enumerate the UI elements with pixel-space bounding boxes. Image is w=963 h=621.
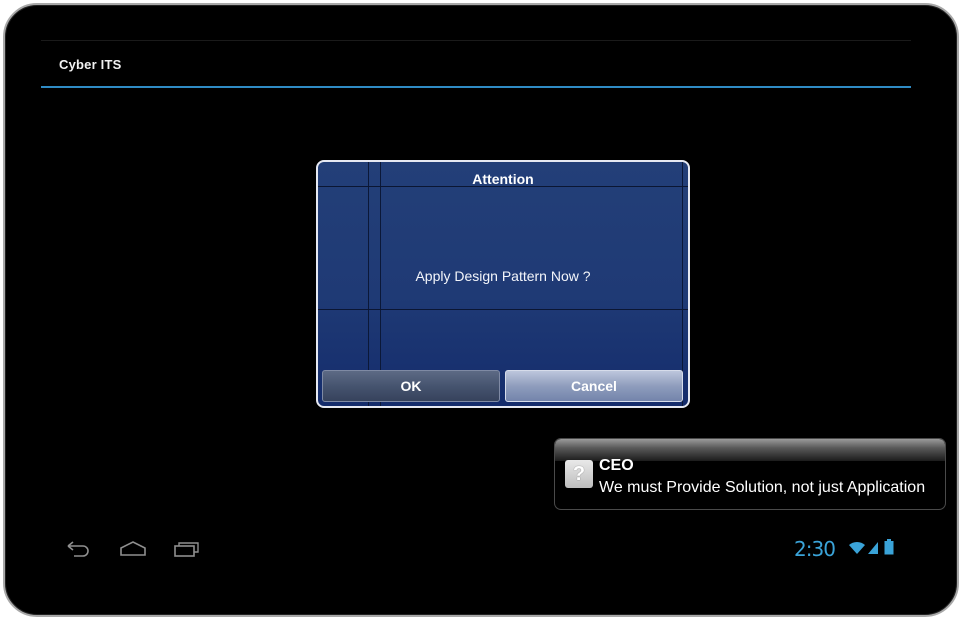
notification-toast[interactable]: ? CEO We must Provide Solution, not just… xyxy=(554,438,946,510)
dialog-title: Attention xyxy=(472,171,534,187)
clock: 2:30 xyxy=(794,537,836,561)
ok-button[interactable]: OK xyxy=(322,370,500,402)
dialog-message: Apply Design Pattern Now ? xyxy=(415,268,591,284)
home-icon[interactable] xyxy=(118,540,148,558)
recent-apps-icon[interactable] xyxy=(172,540,202,558)
notification-body: We must Provide Solution, not just Appli… xyxy=(599,479,926,496)
app-title-bar: Cyber ITS xyxy=(41,40,911,88)
signal-icon xyxy=(868,542,878,554)
back-icon[interactable] xyxy=(64,540,92,558)
title-divider xyxy=(41,86,911,88)
notification-title: CEO xyxy=(599,457,634,474)
app-title: Cyber ITS xyxy=(59,57,122,72)
battery-icon xyxy=(884,539,894,555)
dialog-grid-line xyxy=(318,309,688,310)
attention-dialog: Attention Apply Design Pattern Now ? OK … xyxy=(316,160,690,408)
cancel-button[interactable]: Cancel xyxy=(505,370,683,402)
question-mark-icon: ? xyxy=(565,460,593,488)
wifi-icon xyxy=(849,541,865,554)
dialog-grid-line xyxy=(682,162,683,406)
